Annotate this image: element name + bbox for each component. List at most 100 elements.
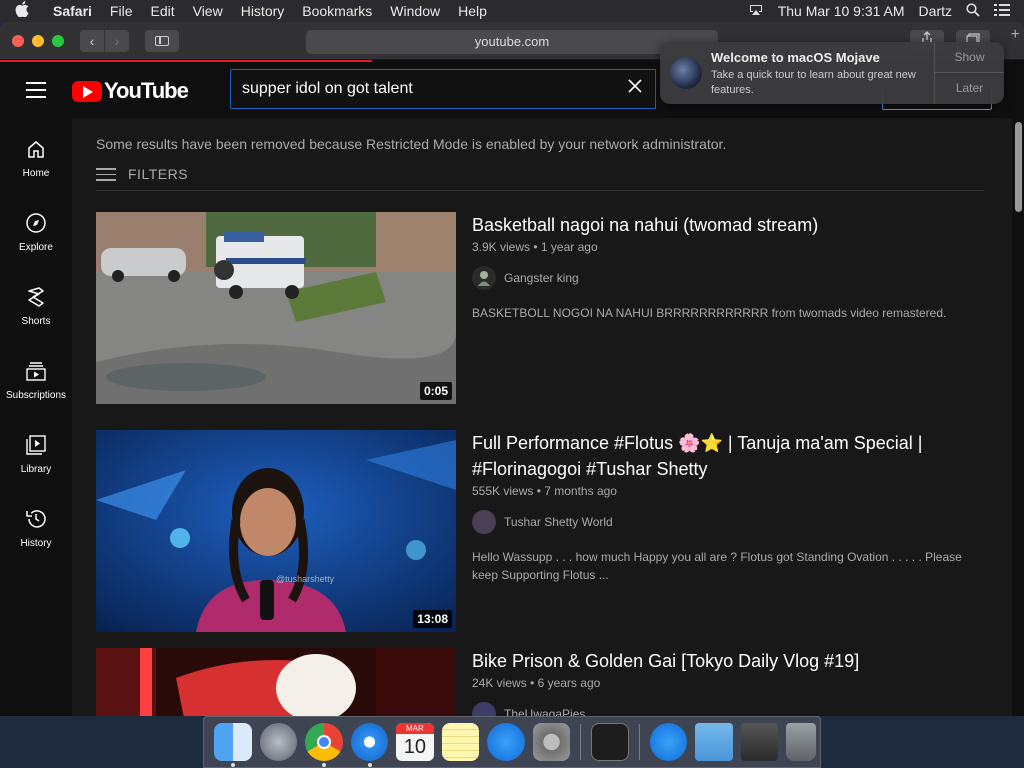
clear-search-icon[interactable] [627, 77, 643, 100]
datetime[interactable]: Thu Mar 10 9:31 AM [778, 3, 905, 19]
spotlight-search-icon[interactable] [966, 2, 980, 20]
youtube-page: YouTube supper idol on got talent Home E… [0, 62, 1024, 716]
mojave-welcome-notification[interactable]: Welcome to macOS Mojave Take a quick tou… [660, 42, 1004, 104]
notification-show-button[interactable]: Show [935, 42, 1004, 73]
video-watermark: @tusharshetty [276, 574, 335, 584]
upload-age: 7 months ago [544, 484, 617, 498]
home-icon [25, 138, 47, 160]
back-button[interactable]: ‹ [80, 29, 104, 52]
menu-view[interactable]: View [184, 3, 232, 19]
upload-age: 6 years ago [537, 676, 601, 690]
performance-thumbnail: @tusharshetty [96, 430, 456, 632]
new-tab-icon[interactable]: + [1011, 26, 1020, 44]
zoom-window-button[interactable] [52, 34, 64, 47]
channel-avatar[interactable] [472, 702, 496, 716]
menu-app-safari[interactable]: Safari [44, 3, 101, 19]
channel-link[interactable]: Gangster king [472, 266, 984, 290]
finder-icon[interactable] [214, 723, 252, 767]
video-title[interactable]: Full Performance #Flotus 🌸⭐ | Tanuja ma'… [472, 430, 984, 482]
menu-history[interactable]: History [232, 3, 294, 19]
system-preferences-icon[interactable] [532, 723, 571, 761]
trash-icon[interactable] [786, 723, 816, 761]
channel-link[interactable]: TheUwagaPies [472, 702, 984, 716]
page-scrollbar[interactable] [1015, 122, 1022, 212]
video-thumbnail[interactable] [96, 648, 456, 716]
sidebar-icon [155, 35, 169, 46]
search-input[interactable]: supper idol on got talent [242, 80, 413, 98]
calendar-icon[interactable]: MAR 10 [396, 723, 434, 761]
nav-item-shorts[interactable]: Shorts [0, 266, 72, 340]
nav-item-subscriptions[interactable]: Subscriptions [0, 340, 72, 414]
video-title[interactable]: Bike Prison & Golden Gai [Tokyo Daily Vl… [472, 648, 984, 674]
divider [96, 190, 984, 191]
menu-help[interactable]: Help [449, 3, 496, 19]
channel-name[interactable]: Tushar Shetty World [504, 515, 613, 529]
nav-label-subscriptions: Subscriptions [5, 390, 67, 401]
calendar-month: MAR [396, 723, 434, 734]
menu-window[interactable]: Window [381, 3, 449, 19]
youtube-logo[interactable]: YouTube [72, 78, 189, 104]
user-name[interactable]: Dartz [919, 3, 952, 19]
channel-avatar[interactable] [472, 266, 496, 290]
tokyo-vlog-thumbnail [96, 648, 456, 716]
nav-label-home: Home [22, 168, 50, 179]
minimize-window-button[interactable] [32, 34, 44, 47]
video-thumbnail[interactable]: @tusharshetty 13:08 [96, 430, 456, 632]
street-scene-thumbnail [96, 212, 456, 404]
nav-item-library[interactable]: Library [0, 414, 72, 488]
library-icon [25, 434, 47, 456]
upload-age: 1 year ago [540, 240, 598, 254]
video-title[interactable]: Basketball nagoi na nahui (twomad stream… [472, 212, 984, 238]
filters-button[interactable]: FILTERS [96, 164, 188, 185]
video-meta: 24K views • 6 years ago [472, 676, 601, 690]
safari-icon[interactable] [350, 723, 389, 767]
menu-bar: Safari File Edit View History Bookmarks … [0, 0, 1024, 22]
nav-item-history[interactable]: History [0, 488, 72, 562]
screenshots-stack-icon[interactable] [740, 723, 779, 761]
left-guide: Home Explore Shorts Subscriptions Librar… [0, 118, 72, 562]
filters-label: FILTERS [128, 166, 189, 183]
close-window-button[interactable] [12, 34, 24, 47]
video-info: Basketball nagoi na nahui (twomad stream… [472, 212, 984, 322]
downloads-folder-icon[interactable] [695, 723, 733, 761]
notification-center-icon[interactable] [994, 3, 1010, 19]
menu-edit[interactable]: Edit [141, 3, 183, 19]
channel-name[interactable]: TheUwagaPies [504, 707, 585, 716]
video-description: BASKETBOLL NOGOI NA NAHUI BRRRRRRRRRRRR … [472, 306, 947, 320]
video-meta: 3.9K views • 1 year ago [472, 240, 598, 254]
restricted-mode-notice: Some results have been removed because R… [96, 136, 727, 152]
airplay-icon[interactable] [748, 3, 764, 19]
youtube-logo-text: YouTube [104, 78, 189, 103]
guide-menu-icon[interactable] [26, 82, 46, 103]
app-store-icon[interactable] [487, 723, 525, 761]
address-bar[interactable]: youtube.com [306, 30, 718, 54]
video-thumbnail[interactable]: 0:05 [96, 212, 456, 404]
terminal-icon[interactable] [591, 723, 629, 761]
menu-bookmarks[interactable]: Bookmarks [293, 3, 381, 19]
app-store-folder-icon[interactable] [649, 723, 688, 761]
window-controls [12, 34, 64, 47]
menu-file[interactable]: File [101, 3, 142, 19]
channel-avatar[interactable] [472, 510, 496, 534]
notes-icon[interactable] [441, 723, 480, 761]
dock-separator [580, 724, 582, 760]
sidebar-toggle-button[interactable] [145, 29, 179, 52]
video-duration: 0:05 [419, 382, 452, 400]
video-description: Hello Wassupp . . . how much Happy you a… [472, 550, 962, 582]
channel-link[interactable]: Tushar Shetty World [472, 510, 984, 534]
forward-button[interactable]: › [105, 29, 129, 52]
search-box[interactable]: supper idol on got talent [230, 69, 656, 109]
filters-icon [96, 164, 116, 185]
view-count: 555K views [472, 484, 534, 498]
nav-item-home[interactable]: Home [0, 118, 72, 192]
calendar-day: 10 [403, 736, 427, 758]
chrome-icon[interactable] [305, 723, 343, 767]
history-icon [25, 508, 47, 530]
nav-item-explore[interactable]: Explore [0, 192, 72, 266]
video-info: Full Performance #Flotus 🌸⭐ | Tanuja ma'… [472, 430, 984, 584]
launchpad-icon[interactable] [259, 723, 298, 761]
apple-menu-icon[interactable] [0, 1, 44, 21]
notification-body: Take a quick tour to learn about great n… [711, 69, 916, 96]
channel-name[interactable]: Gangster king [504, 271, 579, 285]
notification-later-button[interactable]: Later [935, 73, 1004, 104]
